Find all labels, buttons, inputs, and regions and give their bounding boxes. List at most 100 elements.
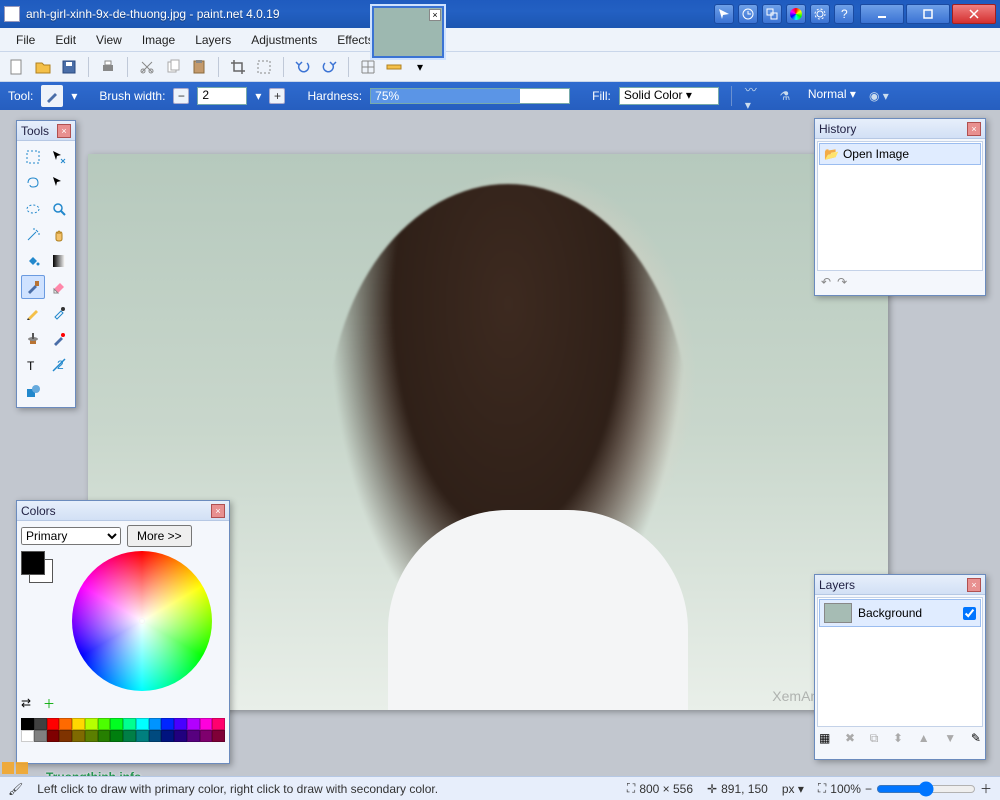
history-item[interactable]: 📂Open Image	[819, 143, 981, 165]
palette-swatch[interactable]	[21, 730, 34, 742]
color-wheel[interactable]	[72, 551, 212, 691]
recolor-icon[interactable]	[47, 327, 71, 351]
move-up-icon[interactable]: ▲	[918, 731, 930, 746]
palette-swatch[interactable]	[123, 718, 136, 730]
brush-width-input[interactable]: 2	[197, 87, 247, 105]
palette-swatch[interactable]	[47, 730, 60, 742]
clock-icon[interactable]	[738, 4, 758, 24]
add-color-icon[interactable]: ＋	[43, 695, 55, 712]
palette-swatch[interactable]	[85, 718, 98, 730]
add-layer-icon[interactable]: ▦	[819, 731, 830, 746]
layers-panel-close-icon[interactable]: ×	[967, 578, 981, 592]
brush-dropdown-icon[interactable]: ▾	[255, 89, 261, 103]
text-icon[interactable]: T	[21, 353, 45, 377]
redo-button[interactable]	[318, 56, 340, 78]
rectangle-select-icon[interactable]	[21, 145, 45, 169]
palette-swatch[interactable]	[174, 730, 187, 742]
maximize-button[interactable]	[906, 4, 950, 24]
clone-stamp-icon[interactable]	[21, 327, 45, 351]
layers-panel-header[interactable]: Layers ×	[815, 575, 985, 595]
color-wheel-icon[interactable]	[786, 4, 806, 24]
palette-swatch[interactable]	[212, 730, 225, 742]
palette-swatch[interactable]	[98, 718, 111, 730]
palette-swatch[interactable]	[200, 730, 213, 742]
crop-button[interactable]	[227, 56, 249, 78]
tools-panel-header[interactable]: Tools ×	[17, 121, 75, 141]
move-pixels-icon[interactable]	[47, 171, 71, 195]
ellipse-select-icon[interactable]	[21, 197, 45, 221]
move-down-icon[interactable]: ▼	[944, 731, 956, 746]
color-picker-icon[interactable]	[47, 301, 71, 325]
palette-swatch[interactable]	[85, 730, 98, 742]
palette-swatch[interactable]	[136, 718, 149, 730]
zoom-in-icon[interactable]: ＋	[980, 780, 992, 797]
blend-flask-icon[interactable]: ⚗	[774, 85, 796, 107]
pencil-icon[interactable]	[21, 301, 45, 325]
palette-swatch[interactable]	[174, 718, 187, 730]
move-selection-icon[interactable]	[47, 145, 71, 169]
menu-file[interactable]: File	[8, 30, 43, 50]
dropdown-icon[interactable]: ▾	[409, 56, 431, 78]
gear-icon[interactable]	[810, 4, 830, 24]
menu-image[interactable]: Image	[134, 30, 183, 50]
close-button[interactable]	[952, 4, 996, 24]
ruler-button[interactable]	[383, 56, 405, 78]
menu-view[interactable]: View	[88, 30, 130, 50]
palette-swatch[interactable]	[47, 718, 60, 730]
color-mode-dropdown[interactable]: Primary	[21, 527, 121, 545]
duplicate-layer-icon[interactable]: ⧉	[870, 731, 879, 746]
palette-swatch[interactable]	[34, 718, 47, 730]
swap-colors-icon[interactable]: ⇄	[21, 696, 37, 712]
palette-swatch[interactable]	[59, 730, 72, 742]
more-colors-button[interactable]: More >>	[127, 525, 192, 547]
fill-mode-dropdown[interactable]: Solid Color ▾	[619, 87, 719, 105]
palette-swatch[interactable]	[123, 730, 136, 742]
layer-visible-checkbox[interactable]	[963, 607, 976, 620]
layer-item[interactable]: Background	[819, 599, 981, 627]
history-panel-close-icon[interactable]: ×	[967, 122, 981, 136]
paint-bucket-icon[interactable]	[21, 249, 45, 273]
color-palette[interactable]	[21, 718, 225, 742]
help-icon[interactable]: ?	[834, 4, 854, 24]
tool-dropdown-icon[interactable]: ▾	[71, 89, 77, 103]
grid-button[interactable]	[357, 56, 379, 78]
menu-adjustments[interactable]: Adjustments	[243, 30, 325, 50]
zoom-fit-icon[interactable]: ⛶	[818, 781, 826, 796]
tool-chooser-icon[interactable]	[714, 4, 734, 24]
undo-button[interactable]	[292, 56, 314, 78]
palette-swatch[interactable]	[21, 718, 34, 730]
hardness-slider[interactable]: 75%	[370, 88, 570, 104]
history-undo-icon[interactable]: ↶	[821, 275, 831, 289]
print-button[interactable]	[97, 56, 119, 78]
palette-swatch[interactable]	[149, 730, 162, 742]
eraser-icon[interactable]	[47, 275, 71, 299]
palette-swatch[interactable]	[34, 730, 47, 742]
palette-swatch[interactable]	[110, 730, 123, 742]
minimize-button[interactable]	[860, 4, 904, 24]
layers-list[interactable]: Background	[817, 597, 983, 727]
palette-swatch[interactable]	[72, 718, 85, 730]
menu-edit[interactable]: Edit	[47, 30, 84, 50]
delete-layer-icon[interactable]: ✖	[845, 731, 855, 746]
tools-panel-close-icon[interactable]: ×	[57, 124, 71, 138]
palette-swatch[interactable]	[187, 730, 200, 742]
layers-panel[interactable]: Layers × Background ▦ ✖ ⧉ ⬍ ▲ ▼ ✎	[814, 574, 986, 760]
zoom-out-icon[interactable]: −	[865, 782, 872, 796]
magic-wand-icon[interactable]	[21, 223, 45, 247]
palette-swatch[interactable]	[110, 718, 123, 730]
line-icon[interactable]: 2	[47, 353, 71, 377]
save-button[interactable]	[58, 56, 80, 78]
unit-dropdown[interactable]: px ▾	[782, 782, 804, 796]
history-redo-icon[interactable]: ↷	[837, 275, 847, 289]
document-thumbnail[interactable]: ×	[372, 6, 444, 58]
brush-decrease-button[interactable]: −	[173, 88, 189, 104]
menu-layers[interactable]: Layers	[187, 30, 239, 50]
palette-swatch[interactable]	[212, 718, 225, 730]
palette-swatch[interactable]	[98, 730, 111, 742]
cut-button[interactable]	[136, 56, 158, 78]
new-file-button[interactable]	[6, 56, 28, 78]
tools-panel[interactable]: Tools × T2	[16, 120, 76, 408]
palette-swatch[interactable]	[72, 730, 85, 742]
windows-icon[interactable]	[762, 4, 782, 24]
antialias-icon[interactable]: 〰 ▾	[744, 85, 766, 107]
